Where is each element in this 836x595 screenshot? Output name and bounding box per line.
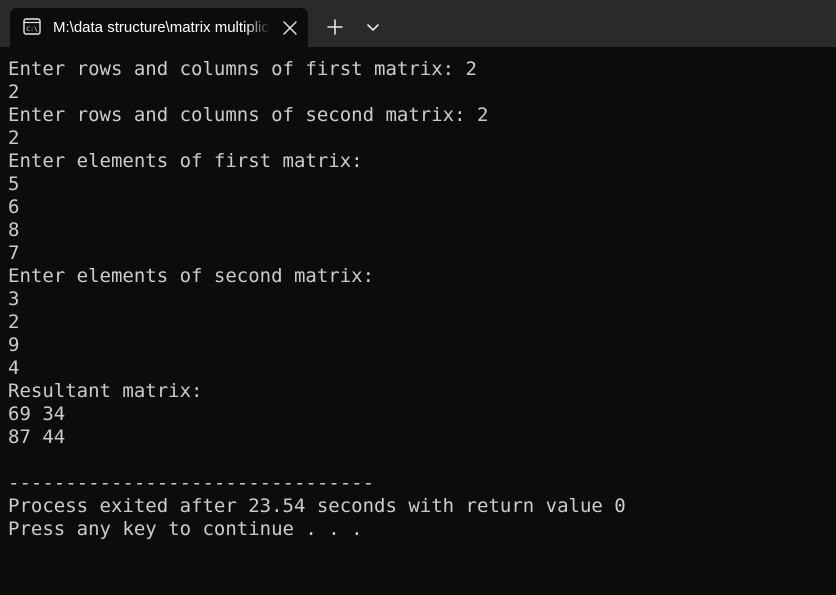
console-line: 4 [8,357,20,379]
console-line: 69 34 [8,403,66,425]
console-line: Enter elements of first matrix: [8,150,363,172]
chevron-down-icon [360,14,386,40]
console-line: Enter elements of second matrix: [8,265,375,287]
console-line: 9 [8,334,20,356]
console-line: 87 44 [8,426,66,448]
title-bar: C:\ M:\data structure\matrix multiplicat… [0,0,836,47]
tab-title-fade [246,16,270,40]
console-line: Enter rows and columns of second matrix:… [8,104,489,126]
tab-dropdown-button[interactable] [360,14,386,40]
plus-icon [322,14,348,40]
tab-title: M:\data structure\matrix multiplication.… [53,19,268,36]
console-line: Press any key to continue . . . [8,518,363,540]
console-line: Process exited after 23.54 seconds with … [8,495,626,517]
console-line: 6 [8,196,20,218]
console-line: 3 [8,288,20,310]
console-line: Resultant matrix: [8,380,203,402]
new-tab-button[interactable] [322,14,348,40]
console-line: 8 [8,219,20,241]
console-line: 7 [8,242,20,264]
console-line: 5 [8,173,20,195]
tab-console[interactable]: C:\ M:\data structure\matrix multiplicat… [10,8,308,47]
console-icon: C:\ [23,18,41,35]
console-line: -------------------------------- [8,472,375,494]
console-line: 2 [8,311,20,333]
svg-text:C:\: C:\ [26,25,38,33]
console-output[interactable]: Enter rows and columns of first matrix: … [0,47,836,595]
console-line: 2 [8,127,20,149]
console-line: Enter rows and columns of first matrix: … [8,58,477,80]
close-icon[interactable] [282,20,298,36]
console-line: 2 [8,81,20,103]
